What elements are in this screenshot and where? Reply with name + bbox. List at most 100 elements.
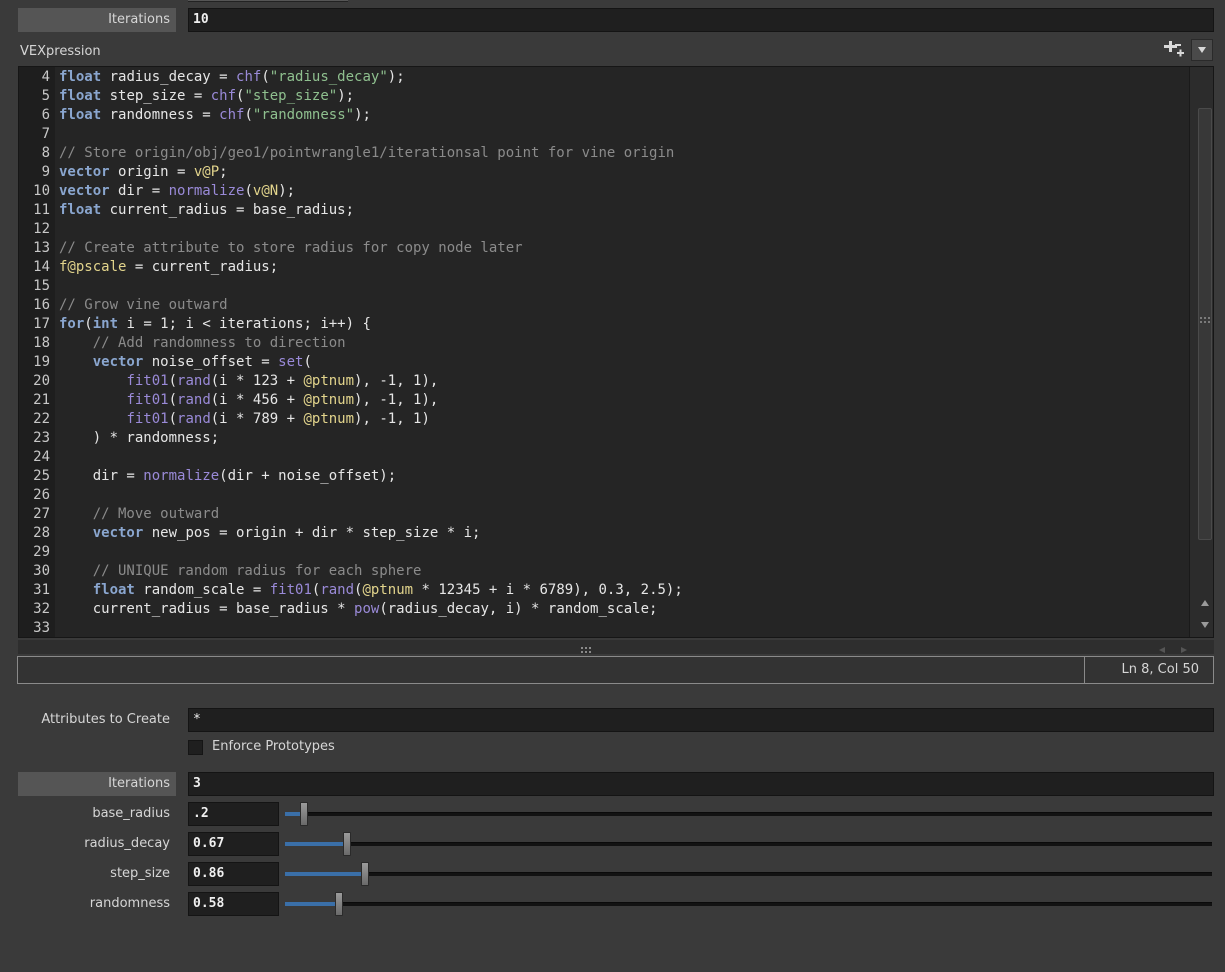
code-token: vector bbox=[59, 164, 110, 180]
step-size-slider-handle[interactable] bbox=[361, 862, 369, 886]
code-token: vector bbox=[92, 525, 144, 541]
code-line[interactable]: 27 // Move outward bbox=[19, 505, 1187, 524]
scroll-up-icon[interactable] bbox=[1198, 596, 1212, 614]
code-token: vector bbox=[92, 354, 144, 370]
code-token: set bbox=[278, 354, 304, 370]
randomness-label: randomness bbox=[89, 896, 170, 911]
code-line[interactable]: 29 bbox=[19, 543, 1187, 562]
line-number: 26 bbox=[33, 487, 50, 503]
code-line[interactable]: 5 float step_size = chf("step_size"); bbox=[19, 87, 1187, 106]
code-area[interactable]: 4 float radius_decay = chf("radius_decay"… bbox=[19, 67, 1187, 637]
code-line[interactable]: 17 for(int i = 1; i < iterations; i++) { bbox=[19, 315, 1187, 334]
code-line[interactable]: 10 vector dir = normalize(v@N); bbox=[19, 182, 1187, 201]
base-radius-slider-track[interactable] bbox=[285, 812, 1212, 816]
line-number: 4 bbox=[41, 69, 50, 85]
line-number: 27 bbox=[33, 506, 50, 522]
dropdown-arrow-icon[interactable] bbox=[1191, 39, 1213, 61]
code-token: f@pscale bbox=[59, 259, 127, 275]
code-line[interactable]: 30 // UNIQUE random radius for each sphe… bbox=[19, 562, 1187, 581]
line-number: 14 bbox=[33, 259, 50, 275]
step-size-field[interactable]: 0.86 bbox=[188, 862, 279, 886]
code-token: i = 1; i < iterations; i++) { bbox=[118, 316, 371, 332]
code-token: float bbox=[59, 69, 102, 85]
code-line[interactable]: 4 float radius_decay = chf("radius_decay"… bbox=[19, 68, 1187, 87]
randomness-field[interactable]: 0.58 bbox=[188, 892, 279, 916]
randomness-slider-handle[interactable] bbox=[335, 892, 343, 916]
code-line[interactable]: 18 // Add randomness to direction bbox=[19, 334, 1187, 353]
add-parameter-icon[interactable] bbox=[1163, 39, 1185, 61]
attributes-to-create-field[interactable]: * bbox=[188, 708, 1214, 732]
code-token: chf bbox=[219, 107, 245, 123]
vex-code-editor[interactable]: 4 float radius_decay = chf("radius_decay"… bbox=[18, 66, 1214, 638]
code-token: ) * randomness; bbox=[59, 430, 220, 446]
horizontal-scrollbar[interactable] bbox=[18, 640, 1214, 654]
code-line[interactable]: 9 vector origin = v@P; bbox=[19, 163, 1187, 182]
code-line[interactable]: 32 current_radius = base_radius * pow(ra… bbox=[19, 600, 1187, 619]
previous-section-edge bbox=[188, 0, 348, 2]
code-line[interactable]: 8 // Store origin/obj/geo1/pointwrangle1/… bbox=[19, 144, 1187, 163]
code-line[interactable]: 12 bbox=[19, 220, 1187, 239]
code-token: normalize bbox=[143, 468, 220, 484]
code-token: fit01 bbox=[126, 392, 169, 408]
code-token: fit01 bbox=[126, 373, 169, 389]
code-token: @ptnum bbox=[303, 392, 355, 408]
code-token: ( bbox=[168, 392, 178, 408]
code-line[interactable]: 7 bbox=[19, 125, 1187, 144]
enforce-prototypes-checkbox[interactable] bbox=[188, 740, 203, 755]
enforce-prototypes-label: Enforce Prototypes bbox=[212, 739, 335, 754]
code-text: // Move outward bbox=[59, 505, 219, 524]
code-token: ( bbox=[84, 316, 93, 332]
code-token: v@P bbox=[193, 164, 220, 180]
code-token: // Create attribute to store radius for … bbox=[59, 240, 523, 256]
code-line[interactable]: 13 // Create attribute to store radius fo… bbox=[19, 239, 1187, 258]
code-line[interactable]: 6 float randomness = chf("randomness"); bbox=[19, 106, 1187, 125]
code-text: current_radius = base_radius * pow(radiu… bbox=[59, 600, 658, 619]
code-token: * 12345 + i * 6789), 0.3, 2.5); bbox=[413, 582, 683, 598]
code-line[interactable]: 23 ) * randomness; bbox=[19, 429, 1187, 448]
line-number: 16 bbox=[33, 297, 50, 313]
iterations-field-top[interactable]: 10 bbox=[188, 8, 1214, 32]
code-line[interactable]: 26 bbox=[19, 486, 1187, 505]
code-line[interactable]: 31 float random_scale = fit01(rand(@ptnu… bbox=[19, 581, 1187, 600]
base-radius-slider-handle[interactable] bbox=[300, 802, 308, 826]
line-number: 22 bbox=[33, 411, 50, 427]
step-size-slider-track[interactable] bbox=[285, 872, 1212, 876]
code-line[interactable]: 28 vector new_pos = origin + dir * step_… bbox=[19, 524, 1187, 543]
code-line[interactable]: 14 f@pscale = current_radius; bbox=[19, 258, 1187, 277]
code-token: rand bbox=[177, 392, 211, 408]
code-line[interactable]: 22 fit01(rand(i * 789 + @ptnum), -1, 1) bbox=[19, 410, 1187, 429]
randomness-slider-fill bbox=[285, 902, 339, 906]
code-text: vector noise_offset = set( bbox=[59, 353, 312, 372]
code-line[interactable]: 20 fit01(rand(i * 123 + @ptnum), -1, 1), bbox=[19, 372, 1187, 391]
code-text: float current_radius = base_radius; bbox=[59, 201, 354, 220]
randomness-slider-track[interactable] bbox=[285, 902, 1212, 906]
iterations-field[interactable]: 3 bbox=[188, 772, 1214, 796]
code-token: current_radius = base_radius; bbox=[101, 202, 355, 218]
code-line[interactable]: 11 float current_radius = base_radius; bbox=[19, 201, 1187, 220]
code-line[interactable]: 19 vector noise_offset = set( bbox=[19, 353, 1187, 372]
scroll-grip-icon bbox=[1199, 315, 1211, 330]
code-line[interactable]: 25 dir = normalize(dir + noise_offset); bbox=[19, 467, 1187, 486]
line-number: 31 bbox=[33, 582, 50, 598]
code-line[interactable]: 21 fit01(rand(i * 456 + @ptnum), -1, 1), bbox=[19, 391, 1187, 410]
code-text: f@pscale = current_radius; bbox=[59, 258, 278, 277]
code-line[interactable]: 24 bbox=[19, 448, 1187, 467]
code-text: float step_size = chf("step_size"); bbox=[59, 87, 354, 106]
code-line[interactable]: 33 bbox=[19, 619, 1187, 637]
code-text: fit01(rand(i * 456 + @ptnum), -1, 1), bbox=[59, 391, 438, 410]
code-token: = current_radius; bbox=[126, 259, 279, 275]
line-number: 6 bbox=[41, 107, 50, 123]
code-token: (i * 123 + bbox=[210, 373, 304, 389]
code-line[interactable]: 15 bbox=[19, 277, 1187, 296]
radius-decay-slider-track[interactable] bbox=[285, 842, 1212, 846]
line-number: 30 bbox=[33, 563, 50, 579]
code-token: random_scale = bbox=[134, 582, 270, 598]
base-radius-field[interactable]: .2 bbox=[188, 802, 279, 826]
radius-decay-field[interactable]: 0.67 bbox=[188, 832, 279, 856]
line-number: 19 bbox=[33, 354, 50, 370]
code-line[interactable]: 16 // Grow vine outward bbox=[19, 296, 1187, 315]
radius-decay-slider-handle[interactable] bbox=[343, 832, 351, 856]
scroll-down-icon[interactable] bbox=[1198, 618, 1212, 636]
